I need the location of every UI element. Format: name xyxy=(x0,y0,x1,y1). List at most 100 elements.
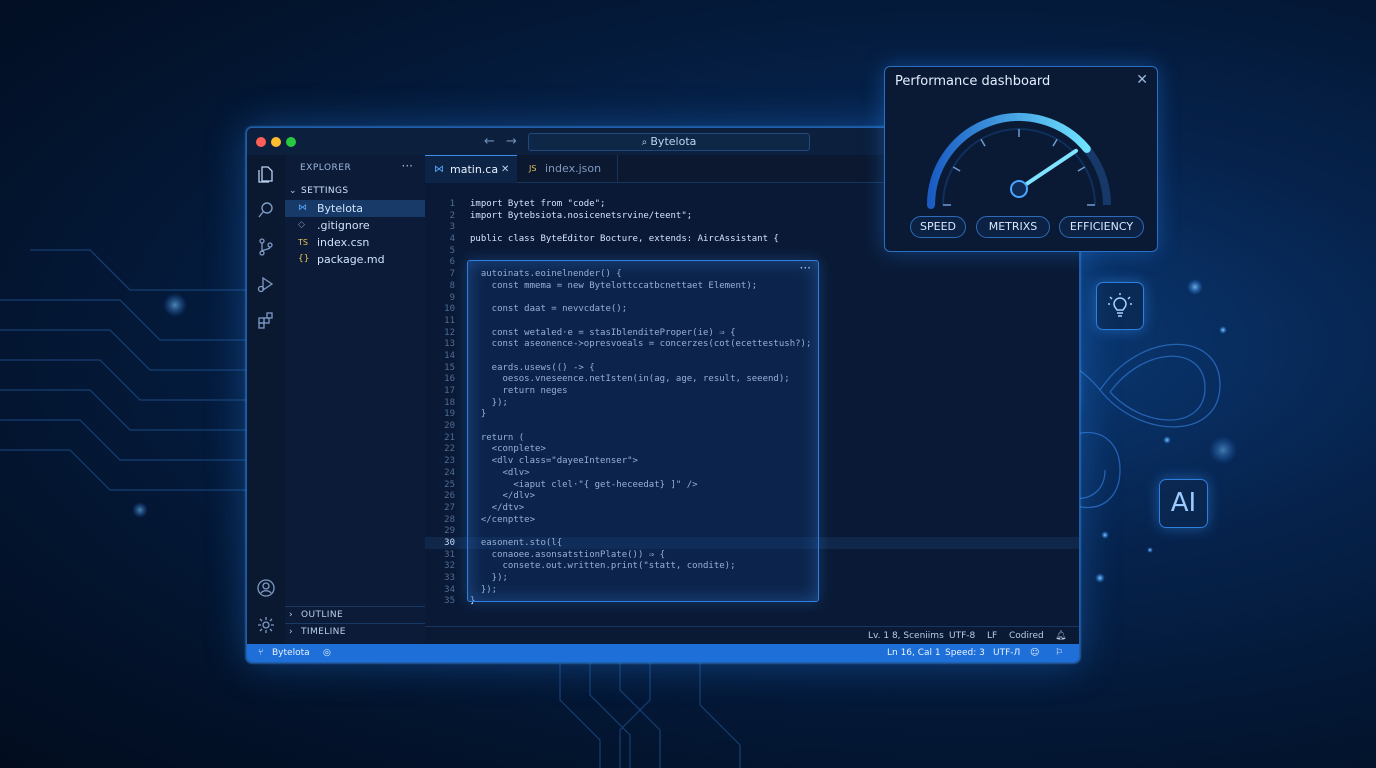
cursor-position[interactable]: Lv. 1 8, Sceniims xyxy=(868,631,944,641)
line-number: 4 xyxy=(449,234,455,245)
efficiency-button[interactable]: EFFICIENCY xyxy=(1059,216,1144,238)
line-number: 12 xyxy=(444,327,455,338)
line-number: 13 xyxy=(444,339,455,350)
back-arrow-icon[interactable]: ← xyxy=(484,134,495,149)
forward-arrow-icon[interactable]: → xyxy=(506,134,517,149)
line-number: 34 xyxy=(444,584,455,595)
metrics-button[interactable]: METRIXS xyxy=(976,216,1050,238)
tab-label: index.json xyxy=(545,162,602,175)
file-label: index.csn xyxy=(317,236,370,249)
account-icon[interactable] xyxy=(256,578,276,598)
line-number: 18 xyxy=(444,397,455,408)
line-number: 2 xyxy=(449,210,455,221)
section-label: OUTLINE xyxy=(301,610,344,620)
lightbulb-icon[interactable] xyxy=(1096,282,1144,330)
line-number: 5 xyxy=(449,245,455,256)
performance-dashboard: Performance dashboard ✕ SPEED METRIXS EF… xyxy=(884,66,1158,252)
line-number: 35 xyxy=(444,596,455,607)
gear-icon[interactable] xyxy=(256,615,276,635)
encoding-label[interactable]: UTF-8 xyxy=(949,631,975,641)
file-label: package.md xyxy=(317,253,385,266)
speed-button[interactable]: SPEED xyxy=(910,216,966,238)
branch-icon: ⑂ xyxy=(258,648,264,658)
line-number: 16 xyxy=(444,374,455,385)
line-number: 19 xyxy=(444,409,455,420)
ai-badge: AI xyxy=(1159,479,1208,528)
vscode-icon: ⋈ xyxy=(298,203,307,213)
code-line: import Bytet from "code"; xyxy=(470,199,606,209)
activity-bar xyxy=(247,155,286,644)
line-number: 1 xyxy=(449,199,455,209)
overlay-more-icon[interactable]: ··· xyxy=(800,261,811,275)
timeline-section[interactable]: › TIMELINE xyxy=(285,623,425,641)
line-number-gutter: 1 2 3 4 5 6 7 8 9 10 11 12 13 14 15 16 17 18 19 20 21 22 23 24 2… xyxy=(425,199,455,608)
gauge-tick xyxy=(1077,166,1086,172)
line-number: 11 xyxy=(444,315,455,326)
explorer-more-icon[interactable]: ··· xyxy=(402,159,413,173)
outline-section[interactable]: › OUTLINE xyxy=(285,606,425,624)
explorer-header: EXPLORER xyxy=(300,163,352,173)
line-number: 15 xyxy=(444,362,455,373)
gauge-hub xyxy=(1010,180,1028,198)
language-label[interactable]: Codired xyxy=(1009,631,1044,641)
files-icon[interactable] xyxy=(256,164,276,184)
line-number: 10 xyxy=(444,304,455,315)
extensions-icon[interactable] xyxy=(256,310,276,330)
eol-label[interactable]: LF xyxy=(987,631,997,641)
js-file-icon: JS xyxy=(529,164,537,173)
command-search-box[interactable]: ⌕ Bytelota xyxy=(528,133,810,151)
file-item[interactable]: {} package.md xyxy=(285,251,425,268)
feedback-icon[interactable]: ☺ xyxy=(1030,648,1039,658)
explorer-panel: EXPLORER ··· ⌄ SETTINGS ⋈ Bytelota ◇ .gi… xyxy=(285,155,426,644)
search-icon[interactable] xyxy=(256,200,276,220)
branch-label[interactable]: Bytelota xyxy=(272,648,310,658)
line-number: 24 xyxy=(444,467,455,478)
line-number: 22 xyxy=(444,444,455,455)
line-number: 26 xyxy=(444,491,455,502)
line-number: 6 xyxy=(449,257,455,268)
speed-status[interactable]: Speed: 3 xyxy=(945,648,985,658)
chevron-down-icon: ⌄ xyxy=(289,186,297,196)
line-number: 28 xyxy=(444,514,455,525)
tab-label: matin.ca xyxy=(450,163,499,176)
gitignore-icon: ◇ xyxy=(298,220,305,230)
maximize-window-button[interactable] xyxy=(286,137,296,147)
line-number: 23 xyxy=(444,456,455,467)
section-label: TIMELINE xyxy=(301,627,346,637)
line-number: 14 xyxy=(444,350,455,361)
tab-index-json[interactable]: JS index.json xyxy=(517,155,618,182)
vscode-icon: ⋈ xyxy=(434,164,444,175)
minimize-window-button[interactable] xyxy=(271,137,281,147)
bell-icon[interactable]: 🔔︎ xyxy=(1055,631,1066,641)
file-item[interactable]: TS index.csn xyxy=(285,234,425,251)
file-item[interactable]: ◇ .gitignore xyxy=(285,217,425,234)
line-number: 31 xyxy=(444,549,455,560)
code-line: public class ByteEditor Bocture, extends… xyxy=(470,234,779,245)
file-label: .gitignore xyxy=(317,219,370,232)
code-overlay-panel: ··· xyxy=(467,260,819,602)
search-text: Bytelota xyxy=(650,135,697,148)
close-window-button[interactable] xyxy=(256,137,266,147)
sync-icon[interactable]: ◎ xyxy=(323,648,331,658)
line-number: 9 xyxy=(449,292,455,303)
line-number: 21 xyxy=(444,432,455,443)
status-bar: ⑂ Bytelota ◎ Ln 16, Cal 1 Speed: 3 UTF-Л… xyxy=(247,644,1079,662)
file-item[interactable]: ⋈ Bytelota xyxy=(285,200,425,217)
close-icon[interactable]: ✕ xyxy=(501,156,509,183)
gauge-tick xyxy=(952,166,961,172)
chevron-right-icon: › xyxy=(289,627,293,637)
source-control-icon[interactable] xyxy=(256,237,276,257)
gauge-tick xyxy=(1052,138,1058,147)
file-label: Bytelota xyxy=(317,202,363,215)
tab-matin[interactable]: ⋈ matin.ca ✕ xyxy=(425,155,517,183)
run-debug-icon[interactable] xyxy=(256,274,276,294)
line-number: 17 xyxy=(444,386,455,396)
folder-settings[interactable]: ⌄ SETTINGS xyxy=(285,183,425,200)
notification-icon[interactable]: ⚐ xyxy=(1055,648,1063,658)
line-number: 25 xyxy=(444,479,455,490)
ts-file-icon: TS xyxy=(298,238,308,247)
json-file-icon: {} xyxy=(298,254,310,264)
cursor-status[interactable]: Ln 16, Cal 1 xyxy=(887,648,941,658)
encoding-status[interactable]: UTF-Л xyxy=(993,648,1020,658)
line-number: 8 xyxy=(449,280,455,291)
